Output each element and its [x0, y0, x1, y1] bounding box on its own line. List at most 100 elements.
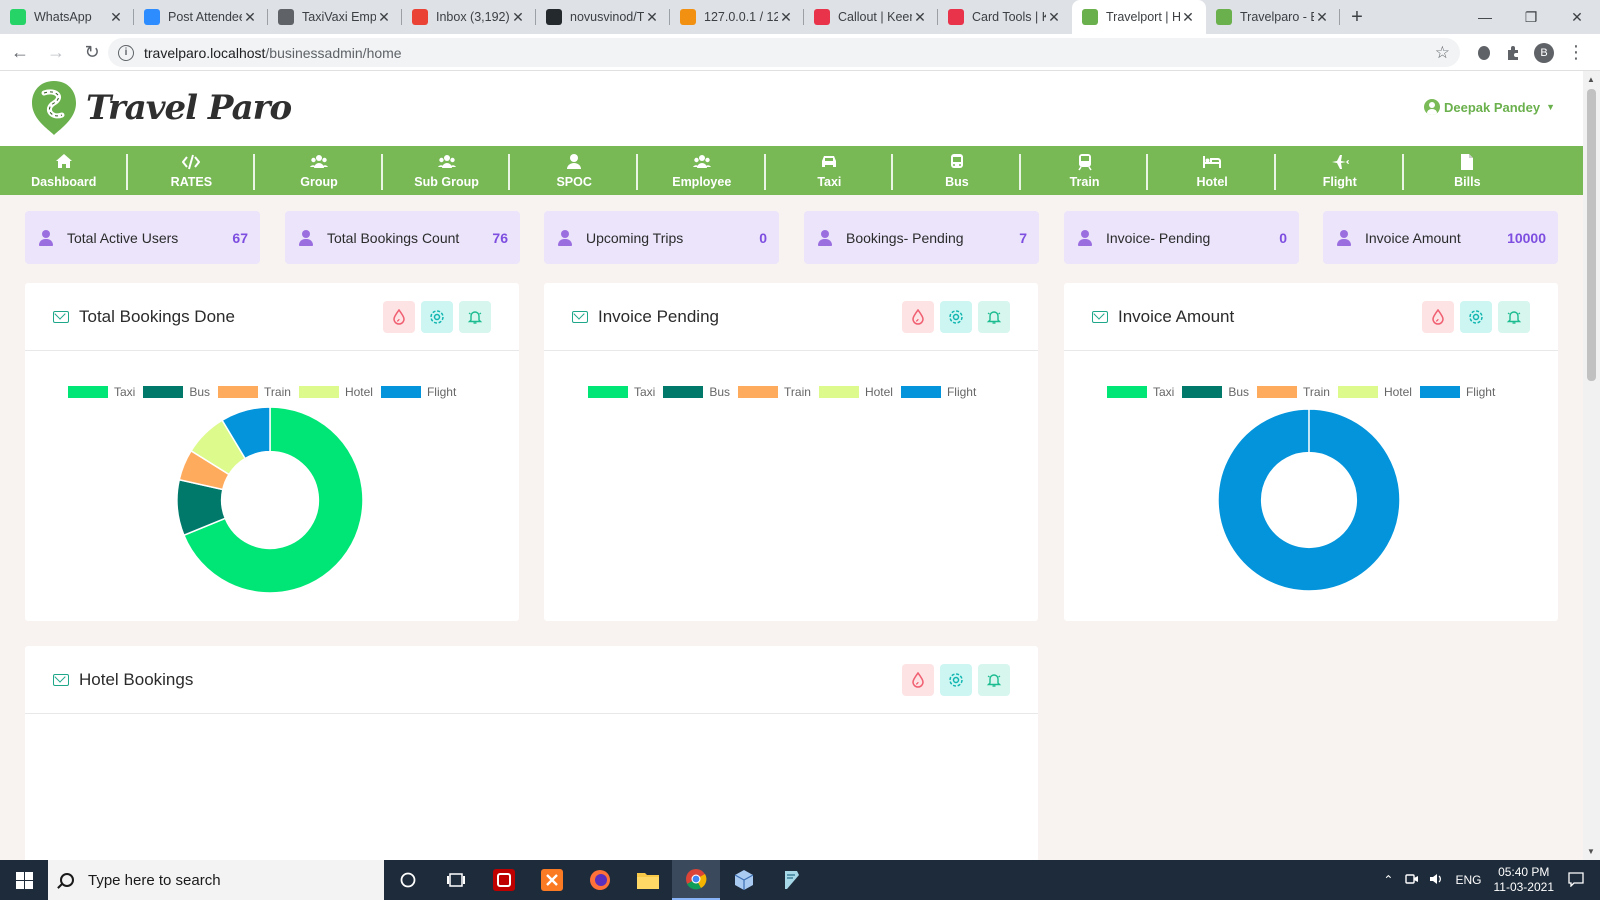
minimize-button[interactable]: — — [1462, 0, 1508, 34]
donut-slice-flight[interactable] — [1217, 408, 1401, 592]
extensions-puzzle-icon[interactable] — [1500, 34, 1528, 71]
browser-menu-icon[interactable]: ⋮ — [1562, 34, 1590, 71]
browser-tab[interactable]: TaxiVaxi Empl ✕ — [268, 0, 402, 34]
color-drop-button[interactable] — [1422, 301, 1454, 333]
travelparo-logo[interactable]: Travel Paro — [30, 79, 292, 137]
legend-item[interactable]: Flight — [1419, 385, 1495, 399]
nav-item-train[interactable]: Train — [1021, 146, 1149, 195]
nav-item-flight[interactable]: Flight — [1276, 146, 1404, 195]
site-info-icon[interactable]: i — [118, 44, 134, 61]
nav-item-bills[interactable]: Bills — [1404, 146, 1532, 195]
browser-tab[interactable]: Callout | Keen ✕ — [804, 0, 938, 34]
settings-button[interactable] — [940, 664, 972, 696]
nav-item-spoc[interactable]: SPOC — [510, 146, 638, 195]
tab-close-icon[interactable]: ✕ — [912, 9, 928, 26]
browser-tab[interactable]: novusvinod/Tr ✕ — [536, 0, 670, 34]
legend-item[interactable]: Bus — [663, 385, 730, 399]
browser-tab[interactable]: Card Tools | K ✕ — [938, 0, 1072, 34]
bookmark-star-icon[interactable]: ☆ — [1435, 43, 1450, 63]
notepad-app-icon[interactable] — [768, 860, 816, 900]
legend-item[interactable]: Flight — [900, 385, 976, 399]
tab-close-icon[interactable]: ✕ — [1314, 9, 1330, 26]
legend-item[interactable]: Hotel — [298, 385, 373, 399]
scroll-up-arrow-icon[interactable]: ▲ — [1587, 75, 1595, 84]
address-bar[interactable]: i travelparo.localhost/businessadmin/hom… — [108, 38, 1460, 67]
xampp-app-icon[interactable] — [528, 860, 576, 900]
maximize-button[interactable]: ❐ — [1508, 0, 1554, 34]
windows-start-button[interactable] — [0, 860, 48, 900]
close-window-button[interactable]: ✕ — [1554, 0, 1600, 34]
legend-label: Hotel — [344, 385, 373, 399]
browser-tab[interactable]: 127.0.0.1 / 12 ✕ — [670, 0, 804, 34]
legend-item[interactable]: Train — [218, 385, 291, 399]
legend-item[interactable]: Bus — [1182, 385, 1249, 399]
tab-close-icon[interactable]: ✕ — [778, 9, 794, 26]
legend-item[interactable]: Hotel — [1337, 385, 1412, 399]
legend-item[interactable]: Taxi — [1107, 385, 1174, 399]
notification-button[interactable] — [459, 301, 491, 333]
forward-button[interactable]: → — [40, 36, 72, 68]
chrome-app-icon[interactable] — [672, 860, 720, 900]
new-tab-button[interactable]: + — [1340, 0, 1374, 34]
legend-item[interactable]: Bus — [143, 385, 210, 399]
nav-item-bus[interactable]: Bus — [893, 146, 1021, 195]
virtualbox-app-icon[interactable] — [720, 860, 768, 900]
tab-close-icon[interactable]: ✕ — [242, 9, 258, 26]
legend-item[interactable]: Train — [738, 385, 811, 399]
extension-icon[interactable] — [1470, 34, 1498, 71]
nav-item-sub-group[interactable]: Sub Group — [383, 146, 511, 195]
taskbar-search-box[interactable]: Type here to search — [48, 860, 384, 900]
color-drop-button[interactable] — [383, 301, 415, 333]
scroll-down-arrow-icon[interactable]: ▼ — [1587, 847, 1595, 856]
tab-close-icon[interactable]: ✕ — [644, 9, 660, 26]
file-explorer-app-icon[interactable] — [624, 860, 672, 900]
legend-item[interactable]: Flight — [380, 385, 456, 399]
meet-now-icon[interactable] — [1405, 872, 1419, 889]
reload-button[interactable]: ↻ — [76, 36, 108, 68]
notification-button[interactable] — [978, 664, 1010, 696]
browser-tab[interactable]: Inbox (3,192) ✕ — [402, 0, 536, 34]
profile-avatar[interactable]: B — [1530, 34, 1558, 71]
legend-item[interactable]: Hotel — [818, 385, 893, 399]
browser-tab[interactable]: Travelparo - B ✕ — [1206, 0, 1340, 34]
settings-button[interactable] — [1460, 301, 1492, 333]
language-indicator[interactable]: ENG — [1455, 873, 1481, 887]
notification-button[interactable] — [1498, 301, 1530, 333]
browser-tab[interactable]: Travelport | H ✕ — [1072, 0, 1206, 34]
browser-tab[interactable]: WhatsApp ✕ — [0, 0, 134, 34]
notification-button[interactable] — [978, 301, 1010, 333]
tab-close-icon[interactable]: ✕ — [1046, 9, 1062, 26]
nav-item-rates[interactable]: RATES — [128, 146, 256, 195]
settings-button[interactable] — [421, 301, 453, 333]
filezilla-app-icon[interactable] — [480, 860, 528, 900]
volume-icon[interactable] — [1429, 872, 1443, 889]
tab-close-icon[interactable]: ✕ — [108, 9, 124, 26]
page-scrollbar[interactable]: ▲ ▼ — [1583, 71, 1600, 860]
firefox-app-icon[interactable] — [576, 860, 624, 900]
show-hidden-icons-chevron-icon[interactable]: ⌃ — [1383, 873, 1393, 887]
scrollbar-thumb[interactable] — [1587, 89, 1596, 381]
notifications-icon[interactable] — [1568, 871, 1584, 890]
nav-item-employee[interactable]: Employee — [638, 146, 766, 195]
tab-close-icon[interactable]: ✕ — [1180, 9, 1196, 26]
cortana-icon[interactable] — [384, 860, 432, 900]
tab-close-icon[interactable]: ✕ — [376, 9, 392, 26]
nav-item-dashboard[interactable]: Dashboard — [0, 146, 128, 195]
legend-item[interactable]: Taxi — [68, 385, 135, 399]
color-drop-button[interactable] — [902, 301, 934, 333]
nav-item-taxi[interactable]: Taxi — [766, 146, 894, 195]
nav-item-group[interactable]: Group — [255, 146, 383, 195]
back-button[interactable]: ← — [4, 36, 36, 68]
globe-icon — [278, 9, 294, 25]
color-drop-button[interactable] — [902, 664, 934, 696]
legend-item[interactable]: Train — [1257, 385, 1330, 399]
user-menu[interactable]: Deepak Pandey ▼ — [1423, 99, 1555, 115]
taskbar-clock[interactable]: 05:40 PM 11-03-2021 — [1494, 865, 1555, 895]
legend-swatch — [143, 386, 184, 398]
nav-item-hotel[interactable]: Hotel — [1148, 146, 1276, 195]
settings-button[interactable] — [940, 301, 972, 333]
task-view-icon[interactable] — [432, 860, 480, 900]
legend-item[interactable]: Taxi — [588, 385, 655, 399]
browser-tab[interactable]: Post Attendee ✕ — [134, 0, 268, 34]
tab-close-icon[interactable]: ✕ — [510, 9, 526, 26]
